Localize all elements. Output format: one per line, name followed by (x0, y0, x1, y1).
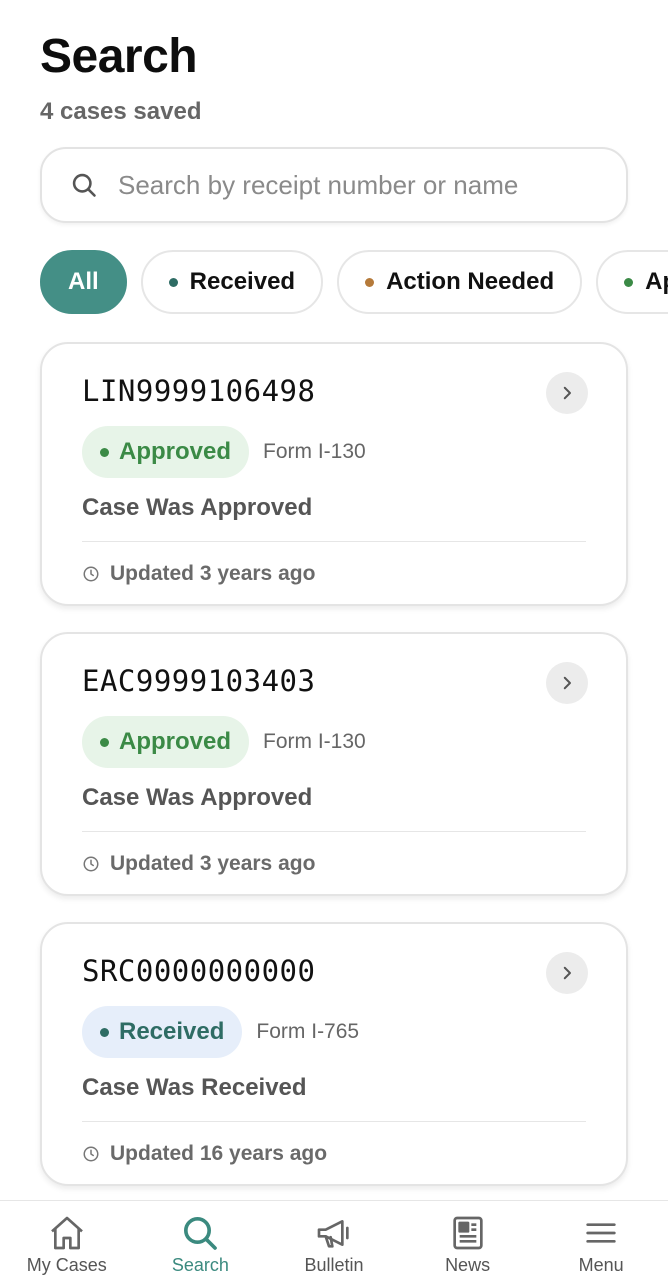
status-row: Received Form I-765 (82, 1006, 359, 1058)
status-dot (365, 277, 375, 287)
megaphone-icon (317, 1220, 349, 1248)
nav-label: My Cases (26, 1255, 107, 1275)
status-label: Approved (119, 728, 232, 755)
status-filter-bar: All Received Action Needed App (40, 250, 668, 316)
search-bar[interactable] (40, 147, 628, 223)
newspaper-icon (452, 1216, 483, 1250)
status-dot (100, 447, 109, 457)
open-case-button[interactable] (546, 372, 588, 414)
status-badge: Approved (82, 716, 250, 768)
updated-text: Updated 16 years ago (110, 1142, 328, 1165)
nav-label: News (445, 1255, 491, 1275)
case-card[interactable]: EAC9999103403 Approved Form I-130 Case W… (40, 632, 628, 896)
filter-chip-label: App (645, 268, 668, 295)
status-dot (624, 277, 634, 287)
bottom-navigation: My Cases Search Bulletin News Menu (0, 1200, 668, 1280)
hamburger-menu-icon (586, 1223, 616, 1243)
case-description: Case Was Approved (82, 784, 313, 811)
status-dot (100, 737, 109, 747)
divider (82, 541, 586, 542)
case-description: Case Was Approved (82, 494, 313, 521)
case-card[interactable]: LIN9999106498 Approved Form I-130 Case W… (40, 342, 628, 606)
case-card[interactable]: SRC0000000000 Received Form I-765 Case W… (40, 922, 628, 1186)
saved-cases-count: 4 cases saved (40, 98, 202, 125)
clock-icon (83, 856, 99, 872)
status-row: Approved Form I-130 (82, 426, 366, 478)
nav-item-menu[interactable]: Menu (534, 1201, 668, 1280)
status-label: Approved (119, 438, 232, 465)
last-updated: Updated 16 years ago (82, 1142, 327, 1166)
receipt-number: SRC0000000000 (82, 954, 316, 988)
nav-label: Search (171, 1255, 229, 1275)
form-type: Form I-765 (256, 1020, 360, 1043)
filter-chip-approved[interactable]: App (596, 250, 668, 314)
status-badge: Approved (82, 426, 250, 478)
nav-item-bulletin[interactable]: Bulletin (267, 1201, 401, 1280)
nav-label: Menu (578, 1255, 624, 1275)
last-updated: Updated 3 years ago (82, 562, 315, 586)
nav-item-news[interactable]: News (401, 1201, 535, 1280)
receipt-number: EAC9999103403 (82, 664, 316, 698)
search-icon (72, 173, 96, 197)
form-type: Form I-130 (263, 440, 366, 463)
form-type: Form I-130 (263, 730, 366, 753)
receipt-number: LIN9999106498 (82, 374, 316, 408)
status-dot (100, 1027, 109, 1037)
filter-chip-label: All (68, 268, 99, 295)
divider (82, 1121, 586, 1122)
filter-chip-label: Action Needed (386, 268, 555, 295)
home-icon (50, 1216, 83, 1250)
filter-chip-label: Received (189, 268, 296, 295)
page-header: Search 4 cases saved (40, 30, 201, 126)
last-updated: Updated 3 years ago (82, 852, 315, 876)
divider (82, 831, 586, 832)
updated-text: Updated 3 years ago (110, 562, 316, 585)
nav-item-search[interactable]: Search (134, 1201, 268, 1280)
updated-text: Updated 3 years ago (110, 852, 316, 875)
clock-icon (83, 1146, 99, 1162)
case-description: Case Was Received (82, 1074, 307, 1101)
chevron-right-icon (563, 966, 571, 980)
chevron-right-icon (563, 386, 571, 400)
filter-chip-all[interactable]: All (40, 250, 127, 314)
nav-label: Bulletin (304, 1255, 364, 1275)
search-input[interactable] (118, 169, 558, 201)
open-case-button[interactable] (546, 662, 588, 704)
status-label: Received (119, 1018, 225, 1045)
filter-chip-action-needed[interactable]: Action Needed (337, 250, 583, 314)
status-row: Approved Form I-130 (82, 716, 366, 768)
search-icon (184, 1217, 218, 1250)
nav-item-my-cases[interactable]: My Cases (0, 1201, 134, 1280)
status-badge: Received (82, 1006, 243, 1058)
open-case-button[interactable] (546, 952, 588, 994)
page-title: Search (40, 30, 198, 83)
chevron-right-icon (563, 676, 571, 690)
status-dot (168, 277, 178, 287)
clock-icon (83, 566, 99, 582)
filter-chip-received[interactable]: Received (140, 250, 324, 314)
